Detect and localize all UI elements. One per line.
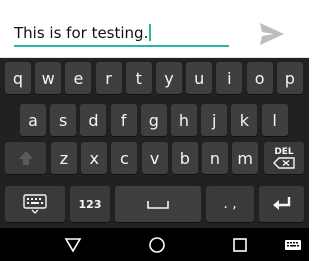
key-r[interactable]: r	[95, 62, 122, 94]
key-b[interactable]: b	[171, 142, 198, 174]
key-label: z	[59, 148, 69, 168]
key-label: o	[254, 68, 265, 88]
recents-button[interactable]	[229, 234, 251, 256]
numbers-key[interactable]: 123	[70, 186, 110, 222]
key-label: y	[164, 68, 174, 88]
message-text: This is for testing.	[14, 24, 149, 42]
key-f[interactable]: f	[110, 104, 137, 136]
key-label: e	[73, 68, 84, 88]
key-w[interactable]: w	[35, 62, 62, 94]
key-label: w	[41, 68, 55, 88]
navigation-bar	[0, 228, 309, 261]
key-label: c	[119, 148, 129, 168]
key-u[interactable]: u	[186, 62, 213, 94]
key-i[interactable]: i	[216, 62, 243, 94]
key-label: h	[178, 110, 190, 130]
key-label: k	[239, 110, 250, 130]
key-l[interactable]: l	[261, 104, 288, 136]
key-s[interactable]: s	[50, 104, 77, 136]
key-label: l	[272, 110, 277, 130]
key-d[interactable]: d	[80, 104, 107, 136]
key-c[interactable]: c	[111, 142, 138, 174]
key-h[interactable]: h	[171, 104, 197, 136]
send-button[interactable]	[256, 20, 288, 48]
numbers-label: 123	[78, 197, 102, 211]
message-input[interactable]: This is for testing.	[14, 21, 229, 47]
key-label: t	[135, 68, 142, 88]
key-n[interactable]: n	[202, 142, 228, 174]
enter-icon	[272, 197, 290, 210]
key-label: n	[209, 148, 221, 168]
key-label: u	[194, 68, 205, 88]
shift-icon	[18, 151, 33, 165]
key-t[interactable]: t	[125, 62, 152, 94]
key-o[interactable]: o	[246, 62, 273, 94]
key-v[interactable]: v	[141, 142, 168, 174]
recents-icon	[233, 238, 247, 252]
key-a[interactable]: a	[20, 104, 46, 136]
keyboard-switch-icon	[285, 240, 301, 250]
key-m[interactable]: m	[232, 142, 259, 174]
period-comma-label: . ,	[223, 196, 237, 212]
period-comma-key[interactable]: . ,	[206, 186, 254, 222]
text-cursor	[149, 24, 152, 41]
key-label: d	[88, 110, 99, 130]
keyboard-settings-icon	[23, 194, 47, 214]
keyboard-switch-button[interactable]	[282, 234, 304, 256]
key-q[interactable]: q	[5, 62, 31, 94]
key-label: a	[28, 110, 38, 130]
key-label: p	[284, 68, 295, 88]
delete-label: DEL	[274, 147, 294, 157]
key-label: b	[179, 148, 190, 168]
back-button[interactable]	[62, 234, 84, 256]
key-label: g	[148, 110, 159, 130]
key-label: j	[211, 110, 217, 130]
compose-bar: This is for testing.	[0, 0, 309, 58]
key-label: r	[105, 68, 112, 88]
key-z[interactable]: z	[51, 142, 77, 174]
key-label: q	[12, 68, 24, 88]
backspace-icon	[273, 157, 295, 169]
key-label: x	[89, 148, 99, 168]
shift-key[interactable]	[5, 142, 46, 174]
key-y[interactable]: y	[156, 62, 182, 94]
key-e[interactable]: e	[65, 62, 92, 94]
space-key[interactable]	[115, 186, 201, 222]
home-icon	[149, 237, 165, 253]
send-icon	[260, 23, 284, 45]
key-j[interactable]: j	[201, 104, 228, 136]
soft-keyboard: qwe r t yu i op a sd f gh j k l zxcvbnm DEL 123 . ,	[0, 58, 309, 228]
key-x[interactable]: x	[81, 142, 108, 174]
key-g[interactable]: g	[140, 104, 167, 136]
keyboard-settings-key[interactable]	[5, 186, 65, 222]
key-label: m	[237, 148, 253, 168]
enter-key[interactable]	[259, 186, 304, 222]
key-k[interactable]: k	[231, 104, 258, 136]
delete-key[interactable]: DEL	[264, 142, 304, 174]
key-p[interactable]: p	[276, 62, 303, 94]
home-button[interactable]	[146, 234, 168, 256]
key-label: i	[227, 68, 232, 88]
key-label: f	[120, 110, 127, 130]
key-label: v	[149, 148, 160, 168]
back-icon	[64, 238, 82, 253]
space-icon	[147, 201, 169, 209]
key-label: s	[59, 110, 68, 130]
